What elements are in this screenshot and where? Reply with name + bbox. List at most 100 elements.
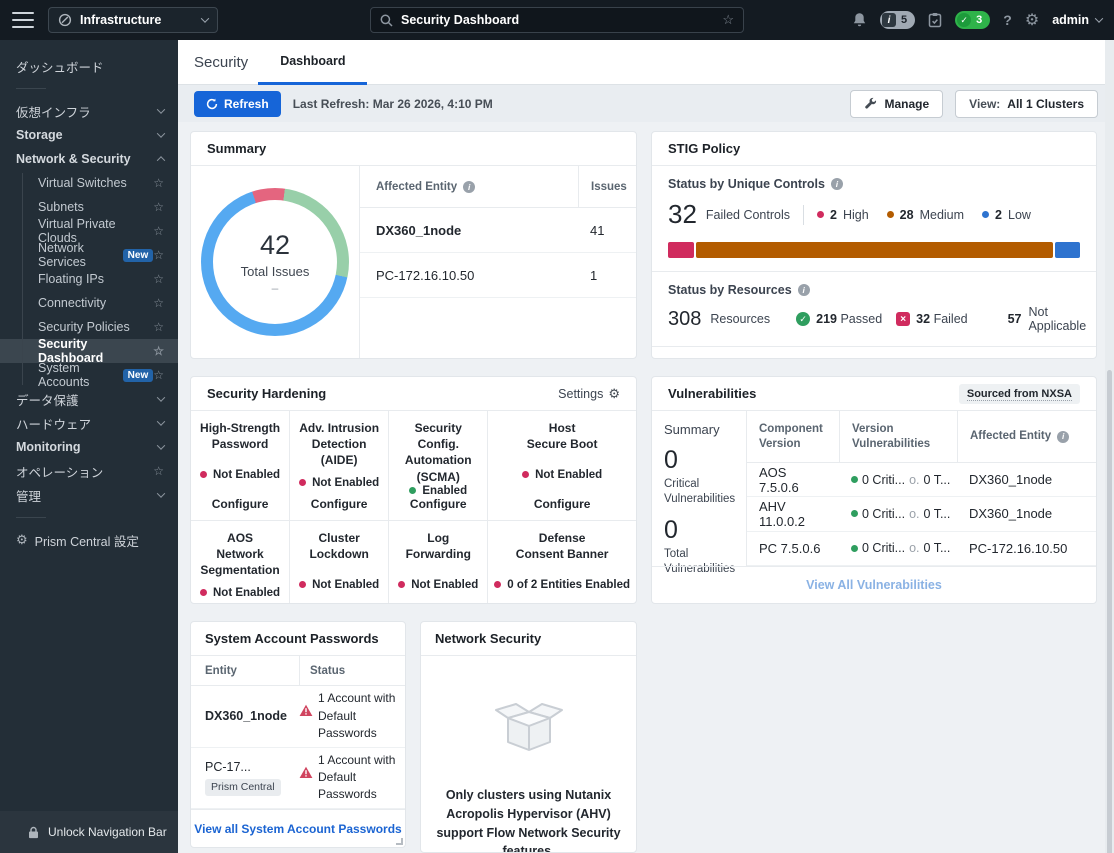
manage-button[interactable]: Manage — [850, 89, 944, 118]
favorite-star-icon[interactable]: ☆ — [153, 272, 164, 286]
settings-gear-icon[interactable]: ⚙ — [1025, 10, 1039, 30]
summary-card-title: Summary — [191, 132, 636, 166]
unlock-navigation-bar[interactable]: Unlock Navigation Bar — [0, 811, 178, 853]
entity-link[interactable]: DX360_1node — [205, 709, 287, 723]
favorite-star-icon[interactable]: ☆ — [153, 224, 164, 238]
view-all-system-account-passwords-link[interactable]: View all System Account Passwords — [194, 822, 401, 836]
entity-link[interactable]: PC-17... — [205, 760, 251, 774]
sidebar-group-admin[interactable]: 管理 — [0, 483, 178, 507]
user-menu[interactable]: admin — [1052, 13, 1104, 27]
entity-link[interactable]: DX360_1node — [957, 472, 1096, 487]
sidebar-group-storage[interactable]: Storage — [0, 123, 178, 147]
tasks-success-pill[interactable]: ✓ 3 — [955, 11, 991, 29]
app-switcher-dropdown[interactable]: Infrastructure — [48, 7, 218, 33]
sidebar-group-network-security[interactable]: Network & Security — [0, 147, 178, 171]
hardening-item-host-secure-boot: Host Secure Boot Not Enabled Configure — [488, 411, 636, 521]
sidebar-item-operations[interactable]: オペレーション ☆ — [0, 459, 178, 483]
favorite-star-icon[interactable]: ☆ — [153, 344, 164, 358]
sidebar-group-data-protection[interactable]: データ保護 — [0, 387, 178, 411]
vertical-scrollbar — [1105, 40, 1114, 853]
sidebar-item-connectivity[interactable]: Connectivity ☆ — [0, 291, 178, 315]
stacked-bar-segment — [668, 242, 694, 258]
status-by-resources-section: Status by Resources i 308 Resources ✓ 219 … — [668, 283, 1087, 333]
hardening-item-log-forwarding: Log Forwarding Not Enabled Configure — [389, 520, 489, 603]
component-version: AOS 7.5.0.6 — [759, 464, 799, 495]
scrollbar-thumb[interactable] — [1107, 370, 1112, 853]
notifications-bell-icon[interactable] — [852, 12, 867, 28]
configure-link[interactable]: Configure — [534, 497, 591, 511]
favorite-star-icon[interactable]: ☆ — [153, 320, 164, 334]
sidebar-divider — [16, 517, 46, 518]
password-status: 1 Account with Default Passwords — [318, 691, 396, 740]
entity-link[interactable]: DX360_1node — [360, 223, 578, 238]
view-all-vulnerabilities-link[interactable]: View All Vulnerabilities — [806, 578, 942, 592]
refresh-icon — [206, 98, 218, 109]
hamburger-menu-icon[interactable] — [12, 12, 34, 28]
sidebar-item-security-policies[interactable]: Security Policies ☆ — [0, 315, 178, 339]
column-header-issues: Issues — [578, 166, 636, 207]
passed-check-icon: ✓ — [796, 312, 811, 326]
entity-link[interactable]: DX360_1node — [957, 506, 1096, 521]
configure-link[interactable]: Configure — [311, 497, 368, 511]
card-resize-handle[interactable] — [396, 838, 403, 845]
info-icon[interactable]: i — [797, 284, 810, 296]
gear-icon: ⚙ — [16, 532, 28, 547]
sidebar-item-subnets[interactable]: Subnets ☆ — [0, 195, 178, 219]
configure-link[interactable]: Configure — [410, 497, 467, 511]
sidebar-item-virtual-switches[interactable]: Virtual Switches ☆ — [0, 171, 178, 195]
hardening-settings-button[interactable]: Settings ⚙ — [558, 386, 620, 402]
sidebar-group-virtual-infra[interactable]: 仮想インフラ — [0, 99, 178, 123]
global-search[interactable]: ☆ — [370, 7, 744, 33]
chevron-down-icon — [156, 489, 166, 498]
view-clusters-button[interactable]: View: All 1 Clusters — [955, 89, 1098, 118]
stig-card-title: STIG Policy — [652, 132, 1096, 166]
sidebar-item-system-accounts[interactable]: System Accounts New ☆ — [0, 361, 178, 389]
lock-icon — [29, 826, 38, 838]
total-issues-label: Total Issues — [240, 263, 310, 279]
view-failed-controls-link[interactable]: View Failed Controls — [813, 358, 936, 359]
sidebar-group-hardware[interactable]: ハードウェア — [0, 411, 178, 435]
version-vulnerabilities: 0 Criti... o. 0 T... — [839, 507, 957, 521]
favorite-star-icon[interactable]: ☆ — [153, 200, 164, 214]
dashboard-grid: Summary 42 Total Issues – Affected Entit… — [178, 122, 1114, 853]
info-icon[interactable]: i — [463, 180, 476, 193]
entity-link[interactable]: PC-172.16.10.50 — [360, 268, 578, 283]
refresh-button[interactable]: Refresh — [194, 90, 281, 117]
favorite-star-icon[interactable]: ☆ — [153, 248, 164, 262]
info-icon[interactable]: i — [1057, 430, 1070, 443]
info-notifications-pill[interactable]: i 5 — [880, 11, 916, 29]
sidebar-item-dashboard[interactable]: ダッシュボード — [0, 54, 178, 78]
favorite-star-icon[interactable]: ☆ — [153, 296, 164, 310]
sidebar-item-security-dashboard[interactable]: Security Dashboard ☆ — [0, 337, 178, 365]
favorite-star-icon[interactable]: ☆ — [153, 368, 164, 382]
security-hardening-card: Security Hardening Settings ⚙ High-Streng… — [190, 376, 637, 604]
configure-link[interactable]: Configure — [212, 497, 269, 511]
not-applicable-stat: 57 Not Applicable — [1007, 305, 1087, 333]
help-icon[interactable]: ? — [1003, 12, 1012, 28]
favorite-star-icon[interactable]: ☆ — [153, 176, 164, 190]
sidebar-group-monitoring[interactable]: Monitoring — [0, 435, 178, 459]
tab-dashboard[interactable]: Dashboard — [258, 40, 368, 85]
favorite-star-icon[interactable]: ☆ — [153, 464, 164, 478]
total-issues-value: 42 — [259, 229, 291, 260]
chevron-down-icon — [200, 14, 210, 23]
search-input[interactable] — [401, 13, 715, 27]
sourced-from-nxsa-button[interactable]: Sourced from NXSA — [958, 383, 1080, 404]
entity-link[interactable]: PC-172.16.10.50 — [957, 541, 1096, 556]
sidebar-item-prism-central-settings[interactable]: ⚙ Prism Central 設定 — [0, 528, 178, 552]
tasks-clipboard-icon[interactable] — [928, 12, 942, 28]
top-navigation-bar: Infrastructure ☆ i 5 ✓ 3 ? ⚙ admin — [0, 0, 1114, 40]
sidebar-item-virtual-private-clouds[interactable]: Virtual Private Clouds ☆ — [0, 217, 178, 245]
total-vulnerabilities-value: 0 — [664, 515, 678, 544]
table-row: PC-172.16.10.50 1 — [360, 253, 636, 298]
sidebar-item-network-services[interactable]: Network Services New ☆ — [0, 241, 178, 269]
vulnerabilities-card-footer: View All Vulnerabilities — [652, 566, 1096, 603]
resources-value: 308 — [668, 307, 702, 330]
search-favorite-star-icon[interactable]: ☆ — [722, 12, 734, 28]
info-icon[interactable]: i — [830, 178, 843, 190]
component-version: PC 7.5.0.6 — [759, 540, 821, 556]
task-count: 3 — [976, 14, 983, 26]
sidebar-item-floating-ips[interactable]: Floating IPs ☆ — [0, 267, 178, 291]
page-tab-bar: Security Dashboard — [178, 40, 1114, 85]
new-badge: New — [122, 248, 154, 262]
